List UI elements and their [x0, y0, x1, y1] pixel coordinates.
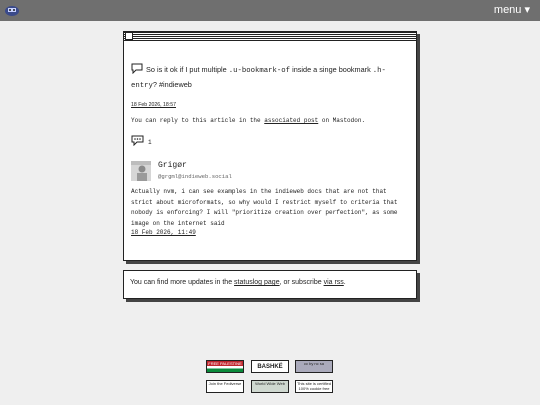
bashke-badge[interactable]: BASHKË [251, 360, 289, 373]
no-ai-badge[interactable]: This site is certified 100% cookie free [295, 380, 333, 393]
reply-suffix: on Mastodon. [318, 117, 366, 124]
top-bar: menu ▾ [0, 0, 540, 21]
fediverse-badge[interactable]: Join the Fediverse [206, 380, 244, 393]
footer-card: You can find more updates in the statusl… [123, 270, 417, 299]
worldwideweb-badge-text: World Wide Web [255, 381, 285, 386]
comment-count-value: 1 [148, 139, 152, 146]
rss-link[interactable]: via rss [324, 279, 344, 286]
post-card: So is it ok if I put multiple .u-bookmar… [123, 31, 417, 261]
palestine-badge-text: FREE PALESTINE [207, 361, 243, 366]
palestine-badge[interactable]: FREE PALESTINE [206, 360, 244, 373]
no-ai-badge-text: This site is certified 100% cookie free [296, 381, 331, 391]
window-titlebar [124, 32, 416, 41]
comment-date-link[interactable]: 18 Feb 2026, 11:49 [131, 229, 196, 236]
reply-prefix: You can reply to this article in the [131, 117, 265, 124]
comment-count: 1 [131, 135, 152, 148]
reply-note: You can reply to this article in the ass… [131, 117, 365, 124]
post-date-link[interactable]: 18 Feb 2026, 18:57 [131, 102, 176, 108]
statuslog-link[interactable]: statuslog page [234, 279, 280, 286]
avatar [131, 161, 151, 181]
comment-author[interactable]: Grigør [158, 161, 187, 170]
footer-suffix: . [343, 279, 346, 286]
comment-handle: @grgml@indieweb.social [158, 173, 232, 180]
footer-text: You can find more updates in the statusl… [130, 279, 346, 286]
post-content: So is it ok if I put multiple .u-bookmar… [131, 63, 411, 93]
footer-prefix: You can find more updates in the [130, 279, 235, 286]
cc-badge-text: cc by nc sa [303, 361, 324, 366]
post-code-1: .u-bookmark-of [228, 67, 291, 75]
comments-icon [131, 135, 144, 147]
speech-bubble-icon [131, 63, 143, 74]
fediverse-badge-text: Join the Fediverse [208, 381, 242, 386]
menu-button[interactable]: menu ▾ [494, 3, 530, 16]
comment-body: Actually nvm, i can see examples in the … [131, 188, 398, 227]
associated-post-link[interactable]: associated post [264, 117, 318, 124]
site-logo-icon[interactable] [4, 4, 20, 17]
close-box-icon[interactable] [125, 32, 133, 40]
post-text-1: So is it ok if I put multiple [146, 65, 229, 74]
post-text-2: inside a singe bookmark [290, 65, 373, 74]
footer-middle: , or subscribe [279, 279, 324, 286]
worldwideweb-badge[interactable]: World Wide Web [251, 380, 289, 393]
bashke-badge-text: BASHKË [257, 364, 283, 370]
cc-badge[interactable]: cc by nc sa [295, 360, 333, 373]
post-text-3: ? #indieweb [152, 80, 192, 89]
